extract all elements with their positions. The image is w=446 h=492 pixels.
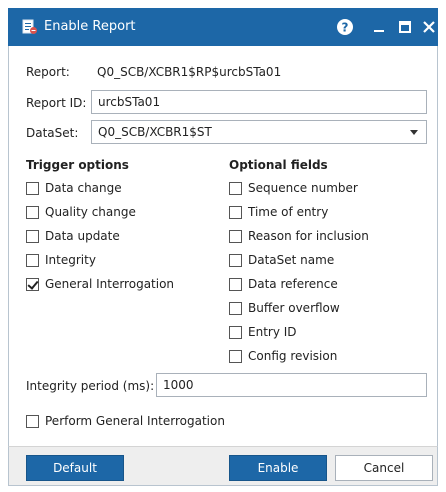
integrity-period-field[interactable]: 1000 [156,373,427,397]
dataset-select[interactable]: Q0_SCB/XCBR1$ST [91,120,427,144]
window-title: Enable Report [44,19,136,34]
dialog-footer: Default Enable Cancel [8,446,438,486]
trigger-data-change[interactable]: Data change [26,180,122,196]
optional-data-reference[interactable]: Data reference [229,276,338,292]
optional-config-revision[interactable]: Config revision [229,348,337,364]
close-icon[interactable] [418,16,440,38]
chevron-down-icon [410,130,418,135]
checkbox[interactable] [26,414,39,428]
help-icon[interactable]: ? [334,16,356,38]
checkbox-checked[interactable] [26,277,39,291]
maximize-icon[interactable] [394,16,416,38]
optional-time-of-entry[interactable]: Time of entry [229,204,328,220]
checkbox[interactable] [229,253,242,267]
checkbox[interactable] [26,253,39,267]
optional-entry-id[interactable]: Entry ID [229,324,297,340]
checkbox[interactable] [229,181,242,195]
trigger-options-heading: Trigger options [26,158,129,172]
optional-sequence-number[interactable]: Sequence number [229,180,358,196]
svg-text:?: ? [342,21,349,35]
optional-fields-heading: Optional fields [229,158,328,172]
checkbox[interactable] [229,229,242,243]
trigger-quality-change[interactable]: Quality change [26,204,136,220]
optional-buffer-overflow[interactable]: Buffer overflow [229,300,340,316]
checkbox[interactable] [229,301,242,315]
optional-dataset-name[interactable]: DataSet name [229,252,334,268]
checkbox[interactable] [229,277,242,291]
optional-reason-for-inclusion[interactable]: Reason for inclusion [229,228,369,244]
report-id-label: Report ID: [26,96,87,110]
default-button[interactable]: Default [26,455,124,481]
dialog-body: Report: Q0_SCB/XCBR1$RP$urcbSTa01 Report… [8,46,438,486]
dataset-label: DataSet: [26,126,79,140]
checkbox[interactable] [26,229,39,243]
checkbox[interactable] [229,325,242,339]
report-label: Report: [26,65,70,79]
checkbox[interactable] [26,205,39,219]
integrity-period-label: Integrity period (ms): [26,379,155,393]
report-id-field[interactable]: urcbSTa01 [91,90,427,114]
report-icon [22,19,38,35]
perform-general-interrogation[interactable]: Perform General Interrogation [26,413,225,429]
report-value: Q0_SCB/XCBR1$RP$urcbSTa01 [97,65,282,79]
checkbox[interactable] [26,181,39,195]
cancel-button[interactable]: Cancel [335,455,433,481]
enable-button[interactable]: Enable [229,455,327,481]
minimize-icon[interactable] [368,16,390,38]
trigger-general-interrogation[interactable]: General Interrogation [26,276,174,292]
title-bar: Enable Report ? [8,8,438,46]
trigger-integrity[interactable]: Integrity [26,252,96,268]
dataset-value: Q0_SCB/XCBR1$ST [98,125,212,139]
checkbox[interactable] [229,205,242,219]
checkbox[interactable] [229,349,242,363]
trigger-data-update[interactable]: Data update [26,228,120,244]
